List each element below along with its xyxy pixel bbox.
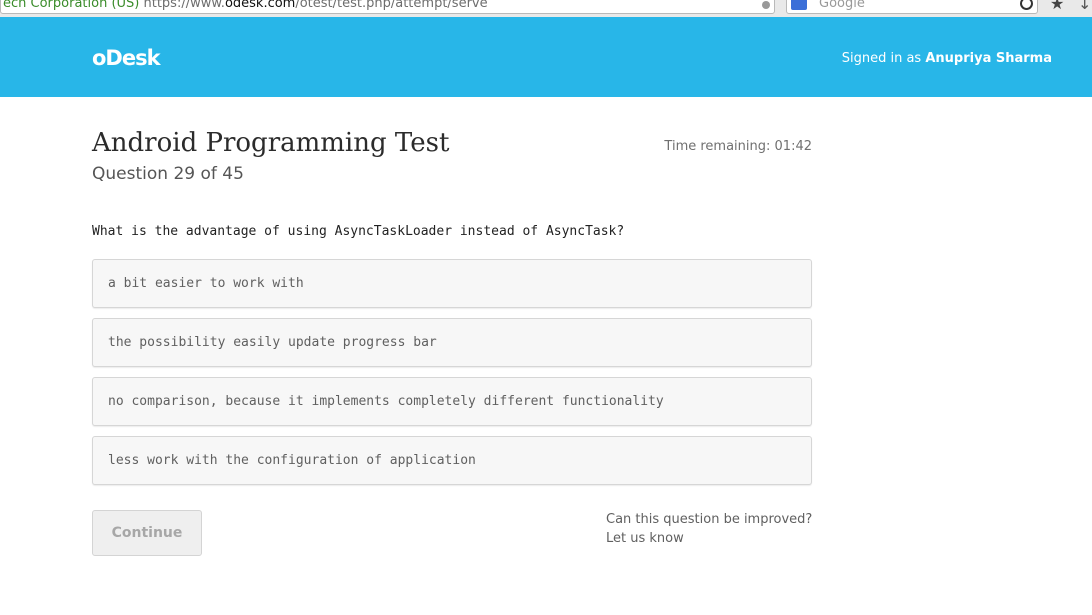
signed-in-info: Signed in as Anupriya Sharma (842, 51, 1052, 66)
question-counter: Question 29 of 45 (92, 164, 244, 184)
feedback-block: Can this question be improved? Let us kn… (606, 510, 812, 548)
ssl-identity[interactable]: ech Corporation (US) (1, 0, 139, 11)
let-us-know-link[interactable]: Let us know (606, 529, 812, 548)
time-remaining: Time remaining: 01:42 (664, 139, 812, 154)
browser-toolbar: ech Corporation (US) https://www.odesk.c… (0, 0, 1092, 18)
url-path: /otest/test.php/attempt/serve (295, 0, 488, 11)
search-icon[interactable] (1020, 0, 1033, 10)
feedback-question: Can this question be improved? (606, 512, 813, 527)
answer-option-4[interactable]: less work with the configuration of appl… (92, 436, 812, 485)
search-box[interactable]: Google (786, 0, 1038, 14)
question-text: What is the advantage of using AsyncTask… (92, 224, 625, 239)
answer-list: a bit easier to work with the possibilit… (92, 259, 812, 495)
test-title: Android Programming Test (92, 128, 450, 158)
bookmark-star-icon[interactable]: ★ (1050, 0, 1064, 13)
odesk-logo[interactable]: oDesk (92, 46, 161, 70)
search-placeholder: Google (819, 0, 865, 11)
search-engine-icon[interactable] (791, 0, 807, 10)
url-dropdown-icon[interactable] (762, 1, 770, 9)
url-scheme: https://www. (143, 0, 225, 11)
address-bar[interactable]: ech Corporation (US) https://www.odesk.c… (0, 0, 775, 14)
answer-option-3[interactable]: no comparison, because it implements com… (92, 377, 812, 426)
user-name[interactable]: Anupriya Sharma (925, 51, 1052, 66)
answer-option-1[interactable]: a bit easier to work with (92, 259, 812, 308)
site-header: oDesk Signed in as Anupriya Sharma (0, 17, 1092, 97)
answer-option-2[interactable]: the possibility easily update progress b… (92, 318, 812, 367)
url-domain: odesk.com (224, 0, 296, 11)
signed-in-label: Signed in as (841, 51, 922, 66)
download-arrow-icon[interactable]: ↓ (1078, 0, 1091, 13)
continue-button[interactable]: Continue (92, 510, 202, 556)
